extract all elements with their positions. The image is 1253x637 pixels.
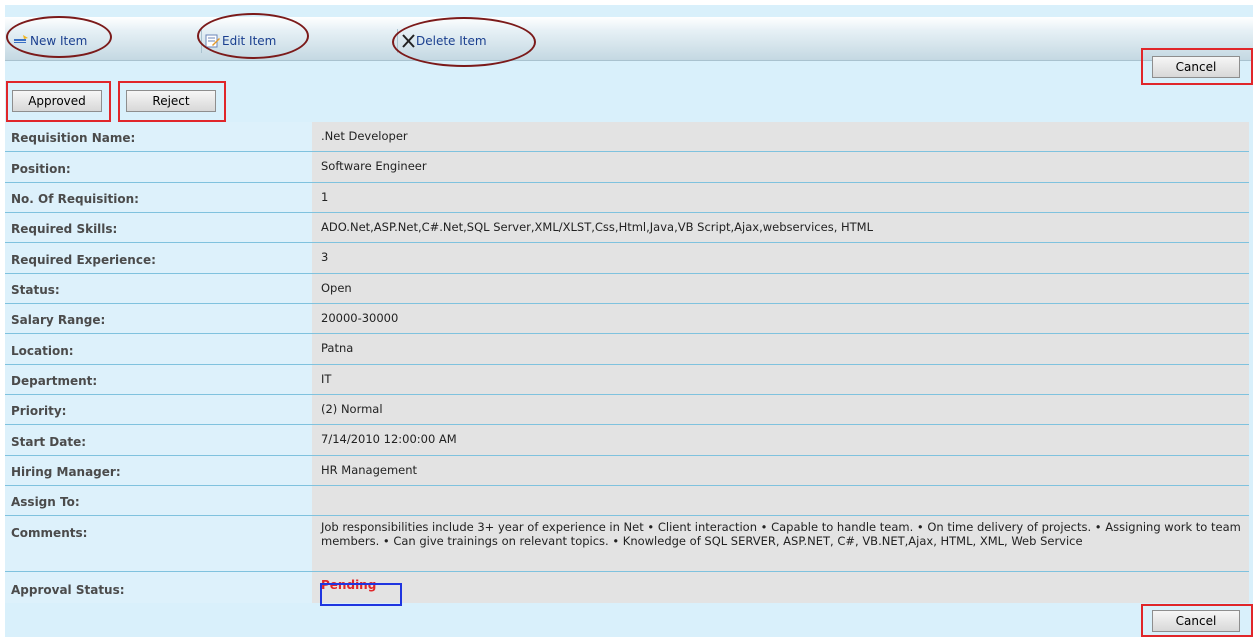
new-item-label: New Item <box>30 34 88 48</box>
requisition-form: Requisition Name: .Net Developer Positio… <box>5 122 1249 603</box>
field-value: Patna <box>312 334 1249 364</box>
field-value: .Net Developer <box>312 122 1249 151</box>
field-label: No. Of Requisition: <box>5 183 312 212</box>
field-value: IT <box>312 365 1249 394</box>
approval-status-value: Pending <box>321 578 377 592</box>
approved-button[interactable]: Approved <box>12 90 102 112</box>
new-item-link[interactable]: New Item <box>13 32 87 50</box>
field-label: Hiring Manager: <box>5 456 312 485</box>
field-value: HR Management <box>312 456 1249 485</box>
field-label: Assign To: <box>5 486 312 515</box>
field-label: Location: <box>5 334 312 364</box>
field-value: Software Engineer <box>312 152 1249 182</box>
field-label: Status: <box>5 274 312 303</box>
toolbar: New Item Edit Item Delete Item <box>5 17 1253 61</box>
field-value: 1 <box>312 183 1249 212</box>
form-row-location: Location: Patna <box>5 334 1249 365</box>
field-label: Approval Status: <box>5 572 312 603</box>
field-value: ADO.Net,ASP.Net,C#.Net,SQL Server,XML/XL… <box>312 213 1249 242</box>
field-label: Priority: <box>5 395 312 424</box>
form-row-approval-status: Approval Status: Pending <box>5 572 1249 603</box>
toolbar-separator <box>201 29 202 53</box>
field-value: 7/14/2010 12:00:00 AM <box>312 425 1249 455</box>
form-row-salary-range: Salary Range: 20000-30000 <box>5 304 1249 334</box>
field-value: Job responsibilities include 3+ year of … <box>312 516 1249 571</box>
new-item-icon <box>13 34 29 48</box>
form-row-no-of-requisition: No. Of Requisition: 1 <box>5 183 1249 213</box>
field-value: Open <box>312 274 1249 303</box>
form-row-position: Position: Software Engineer <box>5 152 1249 183</box>
form-row-assign-to: Assign To: <box>5 486 1249 516</box>
form-row-requisition-name: Requisition Name: .Net Developer <box>5 122 1249 152</box>
field-label: Comments: <box>5 516 312 571</box>
delete-item-label: Delete Item <box>416 34 487 48</box>
form-row-required-experience: Required Experience: 3 <box>5 243 1249 274</box>
field-value: 20000-30000 <box>312 304 1249 333</box>
form-row-comments: Comments: Job responsibilities include 3… <box>5 516 1249 572</box>
field-label: Required Experience: <box>5 243 312 273</box>
field-value <box>312 486 1249 515</box>
form-row-start-date: Start Date: 7/14/2010 12:00:00 AM <box>5 425 1249 456</box>
form-frame: New Item Edit Item Delete Item Cancel Ap… <box>5 5 1253 637</box>
field-value: (2) Normal <box>312 395 1249 424</box>
field-label: Requisition Name: <box>5 122 312 151</box>
edit-item-label: Edit Item <box>222 34 277 48</box>
approval-status-cell: Pending <box>312 572 1249 603</box>
toolbar-separator <box>397 29 398 53</box>
cancel-button-bottom[interactable]: Cancel <box>1152 610 1240 632</box>
form-row-hiring-manager: Hiring Manager: HR Management <box>5 456 1249 486</box>
field-label: Salary Range: <box>5 304 312 333</box>
edit-item-link[interactable]: Edit Item <box>205 32 276 50</box>
delete-item-link[interactable]: Delete Item <box>402 32 487 50</box>
field-label: Required Skills: <box>5 213 312 242</box>
reject-button[interactable]: Reject <box>126 90 216 112</box>
form-row-priority: Priority: (2) Normal <box>5 395 1249 425</box>
field-value: 3 <box>312 243 1249 273</box>
form-row-status: Status: Open <box>5 274 1249 304</box>
delete-x-icon <box>402 34 415 48</box>
edit-item-icon <box>205 34 221 48</box>
cancel-button-top[interactable]: Cancel <box>1152 56 1240 78</box>
field-label: Department: <box>5 365 312 394</box>
field-label: Start Date: <box>5 425 312 455</box>
field-label: Position: <box>5 152 312 182</box>
form-row-required-skills: Required Skills: ADO.Net,ASP.Net,C#.Net,… <box>5 213 1249 243</box>
form-row-department: Department: IT <box>5 365 1249 395</box>
